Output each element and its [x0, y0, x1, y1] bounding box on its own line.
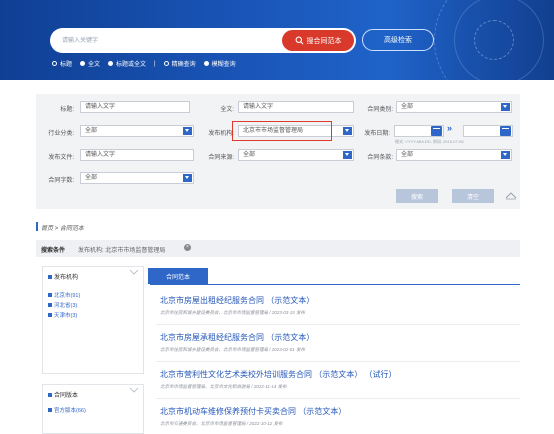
- mode-option-fulltext[interactable]: 全文: [80, 59, 100, 68]
- decorative-ring: [474, 20, 514, 60]
- result-title-link[interactable]: 北京市房屋出租经纪服务合同 （示范文本）: [160, 295, 314, 306]
- wordcount-label: 合同字数:: [48, 178, 74, 184]
- title-field[interactable]: 请输入文字: [80, 101, 190, 113]
- date-format-hint: 格式: YYYY-MM-DD, 例如: 2015-07-06: [395, 139, 464, 144]
- tab-underline: [150, 284, 520, 285]
- filter-clear-button[interactable]: 清空: [452, 189, 494, 203]
- mode-option-title[interactable]: 标题: [52, 59, 72, 68]
- chevron-down-icon: [183, 174, 192, 182]
- facet-version: 合同版本 官方版本(66): [42, 384, 144, 434]
- square-bullet-icon: [48, 274, 52, 279]
- industry-label: 行业分类:: [48, 131, 74, 137]
- agency-highlight-box: [232, 121, 332, 141]
- facet-item[interactable]: 北京市(91): [48, 291, 80, 299]
- radio-icon: [203, 61, 209, 66]
- mode-option-title-or-fulltext[interactable]: 标题或全文: [108, 59, 146, 68]
- result-divider: [156, 324, 520, 325]
- category-label: 合同类别:: [367, 107, 393, 113]
- radio-icon: [108, 61, 114, 66]
- agency-label: 发布机构:: [208, 131, 234, 137]
- wordcount-select[interactable]: 全部: [80, 172, 194, 184]
- chevron-down-icon[interactable]: [129, 387, 139, 393]
- docno-label: 发布文件:: [48, 155, 74, 161]
- square-bullet-icon: [48, 408, 52, 412]
- title-label: 标题:: [60, 107, 74, 113]
- result-meta: 北京市交通委员会、北京市市场监督管理局 / 2022-10-12 发布: [160, 421, 283, 426]
- radio-icon: [163, 61, 169, 66]
- square-bullet-icon: [48, 293, 52, 297]
- calendar-icon[interactable]: [431, 126, 442, 136]
- date-end-field[interactable]: [463, 125, 513, 137]
- square-bullet-icon: [48, 392, 52, 397]
- collapse-icon[interactable]: [505, 190, 517, 200]
- result-meta: 北京市住房和城乡建设委员会、北京市市场监督管理局 / 2023-03-15 发布: [160, 310, 306, 315]
- category-select[interactable]: 全部: [396, 101, 512, 113]
- result-divider: [156, 361, 520, 362]
- source-label: 合同来源:: [208, 155, 234, 161]
- search-mode-options: 标题 全文 标题或全文 | 精确查询 模糊查询: [52, 59, 244, 68]
- docno-field[interactable]: 请输入文字: [80, 149, 194, 161]
- search-conditions-bar: 搜索条件 发布机构: 北京市市场监督管理局 ×: [36, 240, 520, 257]
- square-bullet-icon: [48, 303, 52, 307]
- chevron-down-icon: [501, 151, 510, 159]
- conditions-title: 搜索条件: [41, 248, 66, 254]
- result-meta: 北京市市场监督管理局、北京市文化和旅游局 / 2022-11-14 发布: [160, 384, 287, 389]
- condition-tag: 发布机构: 北京市市场监督管理局: [78, 248, 166, 254]
- mode-separator: |: [154, 60, 156, 67]
- radio-icon: [80, 61, 86, 66]
- advanced-search-button[interactable]: 高级检索: [362, 29, 434, 51]
- search-box: 搜合同范本: [50, 28, 356, 53]
- facet-item[interactable]: 河北省(3): [48, 301, 77, 309]
- fulltext-label: 全文:: [220, 107, 234, 113]
- mode-option-exact[interactable]: 精确查询: [163, 59, 196, 68]
- chevron-down-icon: [343, 127, 352, 135]
- calendar-icon[interactable]: [500, 126, 511, 136]
- date-range-arrows-icon: »: [447, 123, 453, 133]
- breadcrumb[interactable]: 首页 > 合同范本: [41, 223, 84, 232]
- industry-select[interactable]: 全部: [80, 125, 194, 137]
- search-icon: [295, 36, 303, 45]
- result-title-link[interactable]: 北京市房屋承租经纪服务合同 （示范文本）: [160, 332, 314, 343]
- date-label: 发布日期:: [364, 131, 390, 137]
- facet-title: 合同版本: [48, 390, 78, 399]
- breadcrumb-marker: [36, 222, 38, 231]
- search-button-label: 搜合同范本: [306, 37, 342, 45]
- chevron-down-icon: [183, 127, 192, 135]
- square-bullet-icon: [48, 313, 52, 317]
- result-meta: 北京市住房和城乡建设委员会、北京市市场监督管理局 / 2023-02-01 发布: [160, 347, 306, 352]
- result-title-link[interactable]: 北京市机动车维修保养预付卡买卖合同 （示范文本）: [160, 406, 346, 417]
- facet-title: 发布机构: [48, 272, 78, 281]
- tab-contract-templates[interactable]: 合同范本: [148, 268, 208, 284]
- search-input[interactable]: [62, 35, 262, 46]
- radio-icon: [52, 61, 57, 66]
- search-contract-button[interactable]: 搜合同范本: [282, 30, 354, 51]
- clauses-label: 合同条款:: [367, 155, 393, 161]
- facet-item[interactable]: 天津市(3): [48, 311, 77, 319]
- mode-option-fuzzy[interactable]: 模糊查询: [203, 59, 236, 68]
- chevron-down-icon: [501, 103, 510, 111]
- chevron-down-icon: [343, 151, 352, 159]
- clauses-select[interactable]: 全部: [396, 149, 512, 161]
- date-start-field[interactable]: [394, 125, 444, 137]
- search-header: 搜合同范本 高级检索 标题 全文 标题或全文 | 精确查询 模糊查询: [0, 0, 554, 80]
- fulltext-field[interactable]: 请输入文字: [238, 101, 354, 113]
- facet-agency: 发布机构 北京市(91) 河北省(3) 天津市(3): [42, 266, 144, 374]
- remove-condition-icon[interactable]: ×: [184, 244, 191, 251]
- filter-search-button[interactable]: 搜索: [396, 189, 438, 203]
- result-divider: [156, 398, 520, 399]
- chevron-down-icon[interactable]: [129, 269, 139, 275]
- source-select[interactable]: 全部: [238, 149, 354, 161]
- facet-item[interactable]: 官方版本(66): [48, 406, 86, 414]
- result-title-link[interactable]: 北京市营利性文化艺术类校外培训服务合同 （示范文本） （试行）: [160, 369, 396, 380]
